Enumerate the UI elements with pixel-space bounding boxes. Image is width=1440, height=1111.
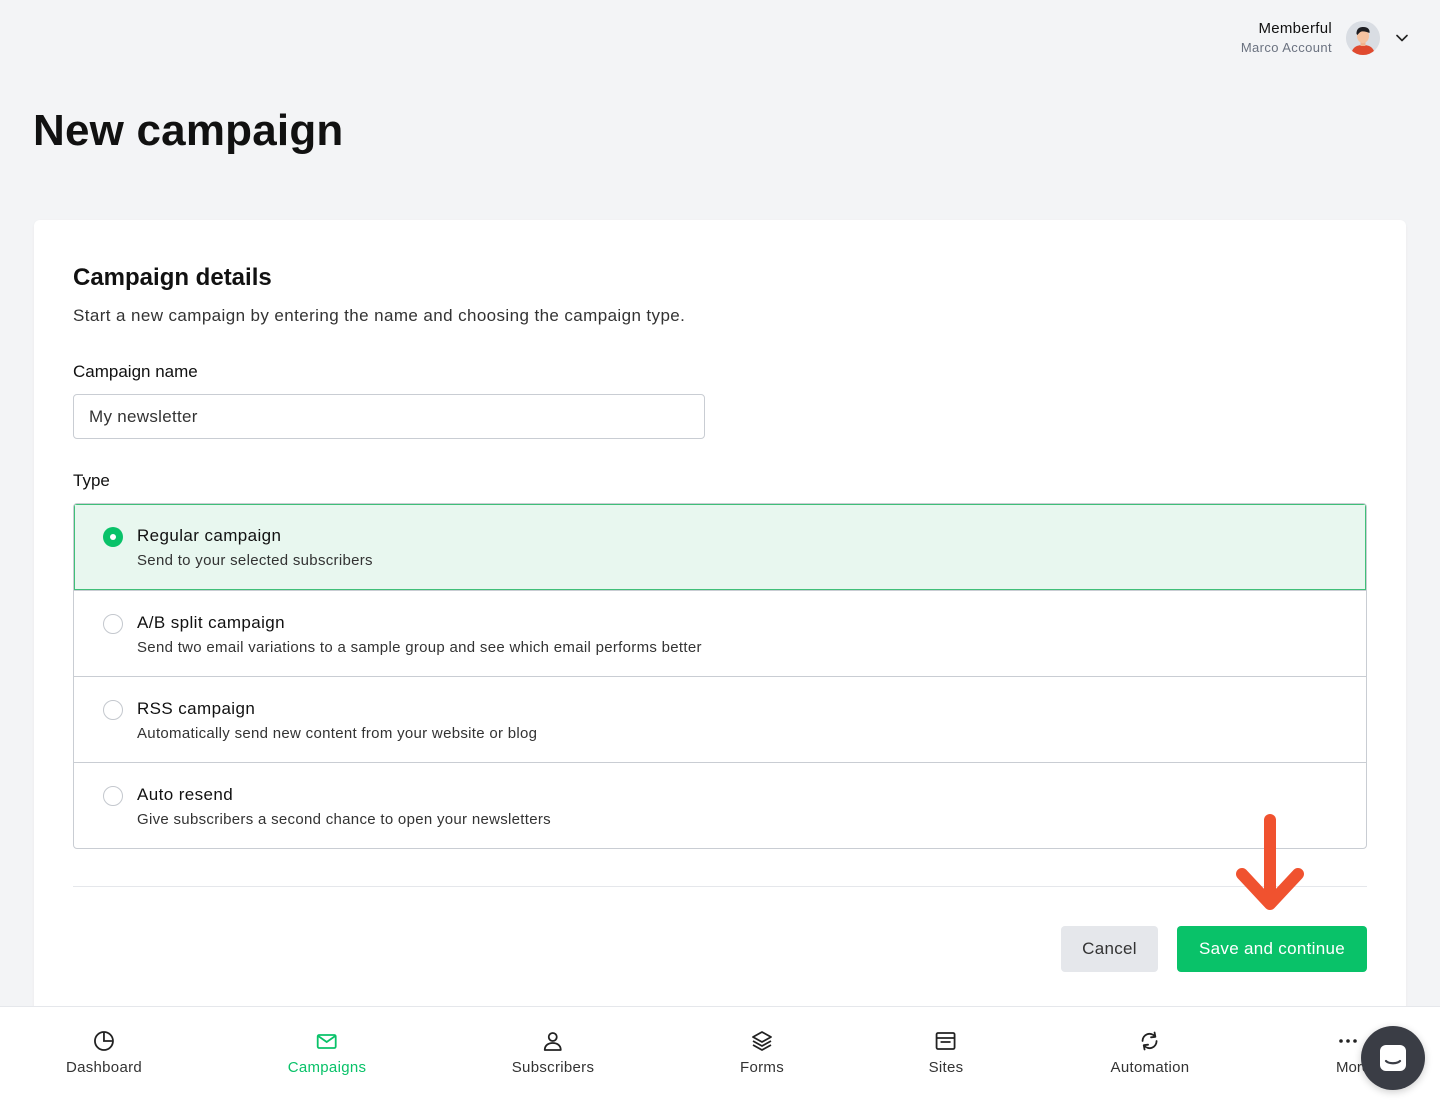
campaign-details-card: Campaign details Start a new campaign by… [34, 220, 1406, 1020]
type-option-regular[interactable]: Regular campaign Send to your selected s… [74, 504, 1366, 590]
nav-item-label: Sites [928, 1059, 964, 1076]
account-user: Marco Account [1240, 40, 1332, 55]
nav-item-subscribers[interactable]: Subscribers [512, 1029, 595, 1076]
avatar-illustration [1346, 20, 1380, 55]
divider [73, 886, 1367, 887]
nav-item-label: Automation [1110, 1059, 1190, 1076]
page-title: New campaign [33, 106, 344, 155]
nav-item-forms[interactable]: Forms [740, 1029, 784, 1076]
bottom-nav: Dashboard Campaigns Subscribers Forms Si… [0, 1006, 1440, 1111]
type-option-rss[interactable]: RSS campaign Automatically send new cont… [74, 676, 1366, 762]
envelope-icon [317, 1034, 337, 1049]
more-dots-icon [1339, 1039, 1357, 1043]
type-option-auto-resend[interactable]: Auto resend Give subscribers a second ch… [74, 762, 1366, 848]
type-option-description: Give subscribers a second chance to open… [137, 811, 551, 828]
type-option-title: RSS campaign [137, 699, 256, 718]
account-org: Memberful [1258, 20, 1332, 37]
type-option-description: Automatically send new content from your… [137, 725, 538, 742]
nav-item-dashboard[interactable]: Dashboard [66, 1029, 142, 1076]
user-icon [544, 1032, 562, 1051]
nav-item-campaigns[interactable]: Campaigns [288, 1029, 367, 1076]
nav-item-label: Dashboard [65, 1059, 143, 1076]
campaign-name-label: Campaign name [73, 362, 198, 381]
account-menu[interactable]: Memberful Marco Account [1241, 20, 1410, 55]
radio-button[interactable] [103, 527, 123, 547]
section-title: Campaign details [73, 264, 272, 291]
account-text: Memberful Marco Account [1241, 20, 1332, 55]
type-option-description: Send two email variations to a sample gr… [137, 639, 702, 656]
pie-chart-icon [94, 1031, 114, 1051]
nav-item-sites[interactable]: Sites [929, 1029, 964, 1076]
cancel-button[interactable]: Cancel [1061, 926, 1158, 972]
campaign-type-list: Regular campaign Send to your selected s… [73, 503, 1367, 849]
chat-icon [1380, 1045, 1406, 1071]
browser-window-icon [936, 1032, 956, 1050]
refresh-icon [1142, 1031, 1158, 1051]
type-option-title: Regular campaign [137, 526, 282, 545]
radio-button[interactable] [103, 700, 123, 720]
nav-item-label: Forms [740, 1059, 784, 1076]
save-and-continue-button[interactable]: Save and continue [1177, 926, 1367, 972]
nav-item-automation[interactable]: Automation [1111, 1029, 1190, 1076]
chevron-down-icon[interactable] [1394, 30, 1410, 46]
type-option-title: Auto resend [137, 785, 234, 804]
arrow-down-icon [1236, 814, 1304, 910]
radio-button[interactable] [103, 786, 123, 806]
avatar[interactable] [1346, 20, 1380, 55]
type-label: Type [73, 471, 110, 490]
campaign-name-input[interactable] [73, 394, 705, 439]
radio-button[interactable] [103, 614, 123, 634]
type-option-ab-split[interactable]: A/B split campaign Send two email variat… [74, 590, 1366, 676]
layers-icon [752, 1031, 772, 1051]
type-option-description: Send to your selected subscribers [137, 552, 373, 569]
nav-item-label: Campaigns [287, 1059, 367, 1076]
nav-item-label: Subscribers [511, 1059, 595, 1076]
type-option-title: A/B split campaign [137, 613, 285, 632]
chat-widget-button[interactable] [1361, 1026, 1425, 1090]
section-description: Start a new campaign by entering the nam… [73, 306, 686, 325]
